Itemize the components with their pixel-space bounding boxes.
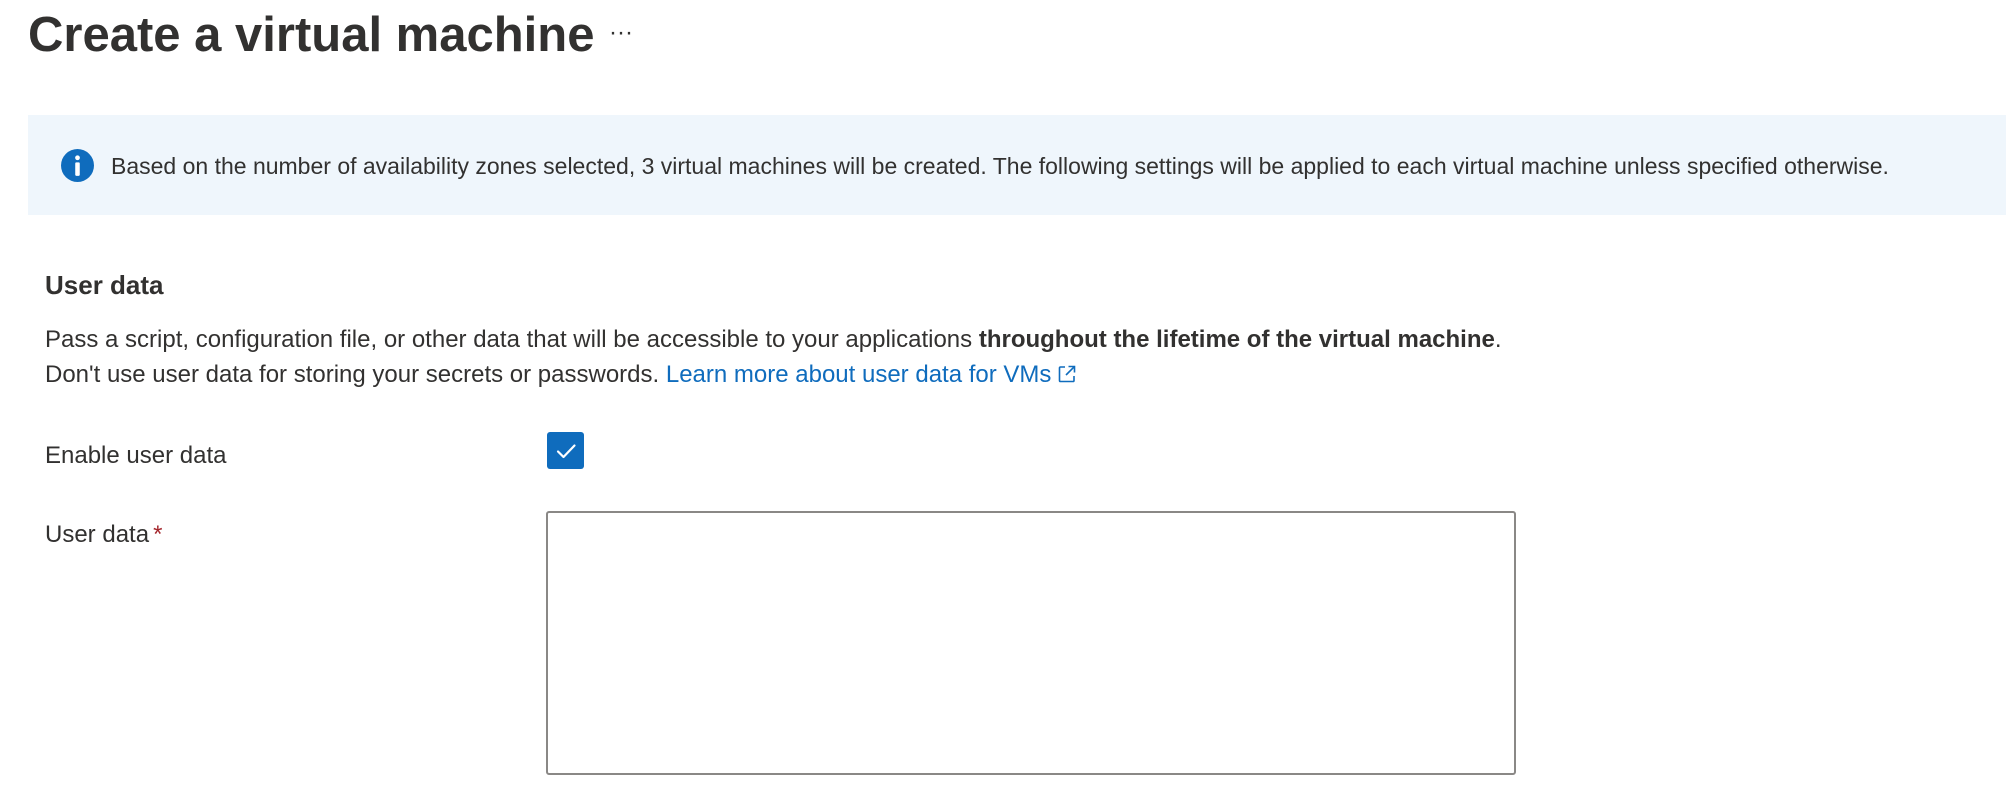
info-icon <box>61 149 94 182</box>
description-text: Pass a script, configuration file, or ot… <box>45 326 979 353</box>
learn-more-link-text[interactable]: Learn more about user data for VMs <box>666 361 1052 388</box>
user-data-label-text: User data <box>45 521 150 548</box>
info-banner: Based on the number of availability zone… <box>28 115 2006 215</box>
section-heading-user-data: User data <box>45 270 164 300</box>
user-data-description: Pass a script, configuration file, or ot… <box>45 322 1535 392</box>
create-vm-page: Create a virtual machine ··· Based on th… <box>0 0 2006 807</box>
description-bold-text: throughout the lifetime of the virtual m… <box>978 326 1495 353</box>
user-data-textarea[interactable] <box>546 511 1516 775</box>
info-banner-text: Based on the number of availability zone… <box>111 153 1889 179</box>
more-options-icon[interactable]: ··· <box>606 18 636 48</box>
required-marker: * <box>153 521 163 548</box>
enable-user-data-checkbox[interactable] <box>547 432 584 469</box>
external-link-icon[interactable] <box>1057 364 1077 384</box>
user-data-label: User data * <box>45 519 162 551</box>
learn-more-link[interactable]: Learn more about user data for VMs <box>666 361 1078 388</box>
page-title: Create a virtual machine <box>28 8 595 62</box>
enable-user-data-label: Enable user data <box>45 442 227 469</box>
checkmark-icon <box>556 443 576 458</box>
